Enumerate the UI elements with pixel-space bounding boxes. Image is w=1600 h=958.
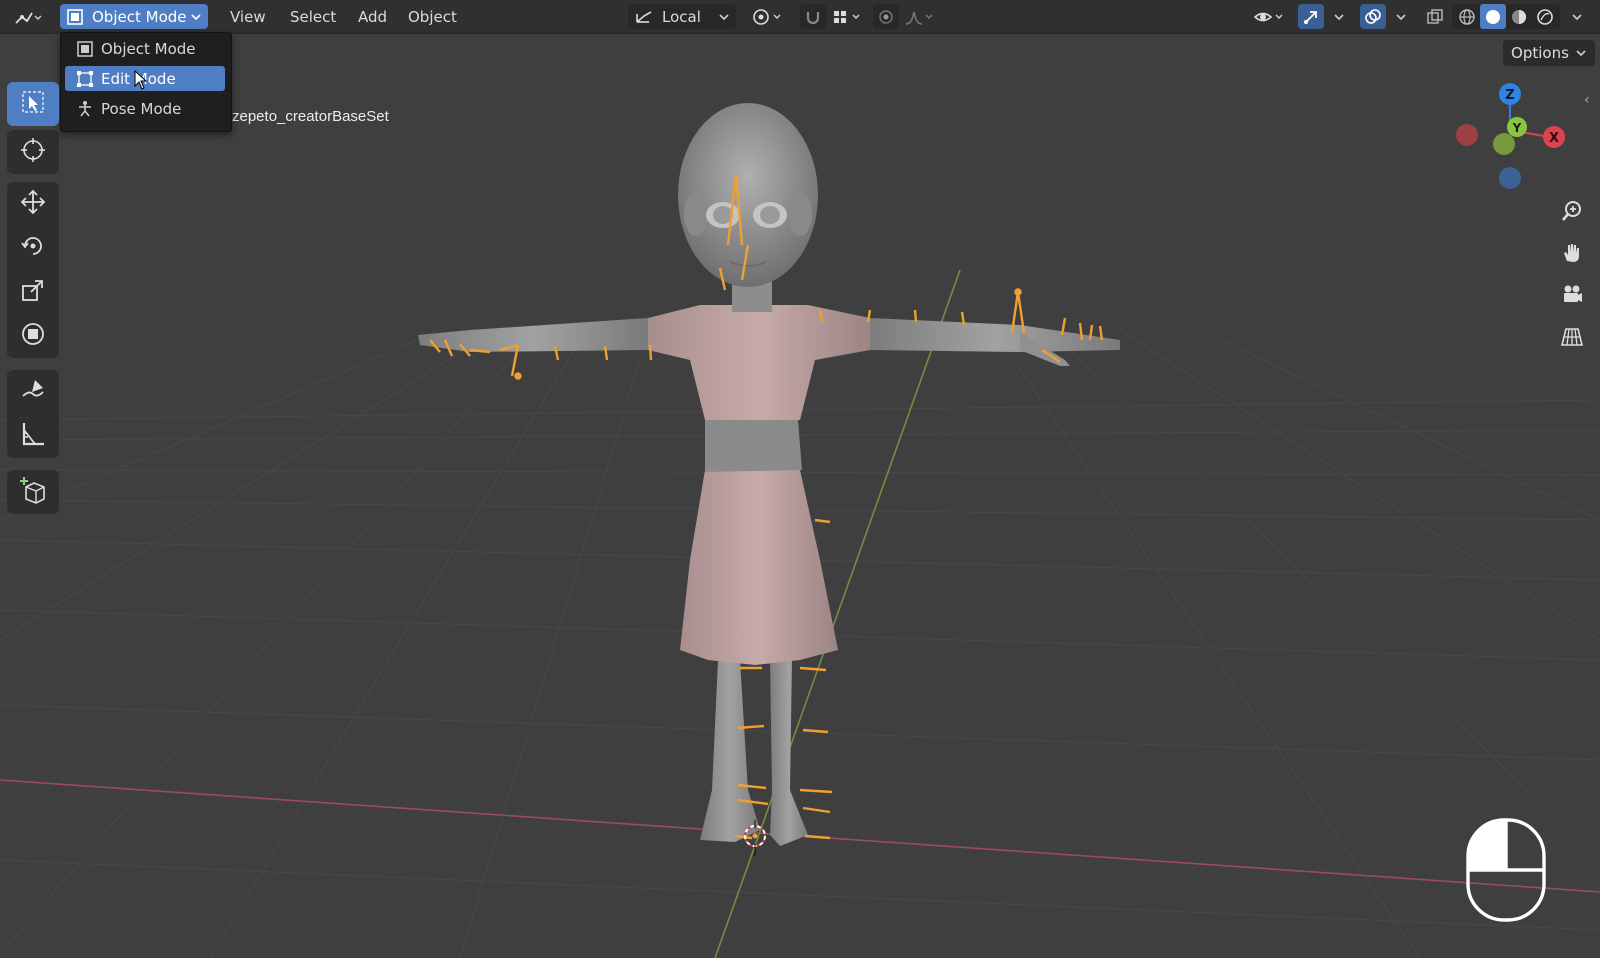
gizmo-toggle[interactable] <box>1298 4 1324 29</box>
3d-viewport[interactable] <box>0 0 1600 958</box>
select-box-icon <box>20 89 46 119</box>
options-button[interactable]: Options <box>1503 40 1595 66</box>
move-icon <box>19 188 47 220</box>
zoom-icon <box>1560 199 1584 227</box>
falloff-curve-icon <box>904 8 936 26</box>
tool-add-cube[interactable] <box>7 470 59 514</box>
neg-x-axis-ball[interactable] <box>1456 124 1478 146</box>
y-axis-label: Y <box>1512 121 1522 135</box>
snap-target-button[interactable] <box>828 4 868 29</box>
mode-dropdown-menu: Object Mode Edit Mode Pose Mode <box>60 32 232 132</box>
grid-perspective-icon <box>1560 325 1584 353</box>
falloff-button[interactable] <box>902 4 938 29</box>
proportional-edit-icon <box>877 8 895 26</box>
chevron-down-icon <box>1395 12 1407 22</box>
transform-orientation-select[interactable]: Local <box>628 4 736 29</box>
mode-selector[interactable]: Object Mode <box>60 4 208 29</box>
mode-option-pose[interactable]: Pose Mode <box>65 96 225 121</box>
zoom-button[interactable] <box>1555 196 1589 230</box>
camera-view-button[interactable] <box>1555 280 1589 314</box>
mode-selector-label: Object Mode <box>92 7 187 26</box>
tool-rotate[interactable] <box>7 226 59 270</box>
visibility-button[interactable] <box>1250 4 1290 29</box>
eye-icon <box>1253 8 1287 26</box>
viewport-editor-icon <box>13 7 43 27</box>
annotate-icon <box>19 376 47 408</box>
tool-move[interactable] <box>7 182 59 226</box>
viewport-scene <box>0 103 1600 958</box>
editor-type-button[interactable] <box>6 4 50 29</box>
rendered-shading-icon[interactable] <box>1532 8 1558 26</box>
wireframe-shading-icon[interactable] <box>1454 8 1480 26</box>
proportional-edit-toggle[interactable] <box>873 4 899 29</box>
material-shading-icon[interactable] <box>1506 8 1532 26</box>
snap-toggle[interactable] <box>800 4 826 29</box>
viewport-header: Object Mode View Select Add Object Local <box>0 0 1600 34</box>
pose-mode-icon <box>75 100 95 118</box>
options-label: Options <box>1511 44 1569 62</box>
x-axis-label: X <box>1549 131 1559 146</box>
pan-button[interactable] <box>1555 238 1589 272</box>
menu-view[interactable]: View <box>222 4 274 29</box>
navigation-gizmo[interactable]: Y Z X <box>1445 78 1575 198</box>
xray-icon <box>1426 8 1444 26</box>
snap-grid-icon <box>831 8 865 26</box>
object-mode-icon <box>66 8 84 26</box>
tool-annotate[interactable] <box>7 370 59 414</box>
chevron-down-icon <box>1575 44 1587 62</box>
menu-select[interactable]: Select <box>282 4 344 29</box>
cursor-icon <box>19 136 47 168</box>
mouse-pointer-icon <box>134 69 148 94</box>
character-model[interactable] <box>418 103 1120 846</box>
overlays-toggle[interactable] <box>1360 4 1386 29</box>
menu-add[interactable]: Add <box>350 4 395 29</box>
magnet-icon <box>804 8 822 26</box>
active-object-name: zepeto_creatorBaseSet <box>232 108 389 125</box>
shading-dropdown[interactable] <box>1564 4 1590 29</box>
chevron-down-icon <box>1571 12 1583 22</box>
overlays-dropdown[interactable] <box>1388 4 1414 29</box>
tool-select-box[interactable] <box>7 82 59 126</box>
pivot-icon <box>751 8 785 26</box>
gizmo-dropdown[interactable] <box>1326 4 1352 29</box>
transform-icon <box>19 320 47 352</box>
tool-cursor[interactable] <box>7 130 59 174</box>
edit-mode-icon <box>75 70 95 88</box>
chevron-down-icon <box>190 12 202 22</box>
rotate-icon <box>19 232 47 264</box>
orientation-label: Local <box>662 7 701 26</box>
mode-option-label: Object Mode <box>101 39 196 58</box>
neg-z-axis-ball[interactable] <box>1499 167 1521 189</box>
camera-icon <box>1560 283 1584 311</box>
menu-object[interactable]: Object <box>400 4 465 29</box>
orientation-icon <box>634 8 654 26</box>
perspective-toggle-button[interactable] <box>1555 322 1589 356</box>
pivot-point-button[interactable] <box>748 4 788 29</box>
mode-option-label: Pose Mode <box>101 99 182 118</box>
z-axis-label: Z <box>1505 88 1514 103</box>
chevron-down-icon <box>1333 12 1345 22</box>
chevron-down-icon <box>718 12 730 22</box>
mode-option-object[interactable]: Object Mode <box>65 36 225 61</box>
gizmo-icon <box>1302 8 1320 26</box>
sidebar-toggle-arrow[interactable]: ‹ <box>1584 92 1590 108</box>
add-cube-icon <box>18 475 48 509</box>
tool-transform[interactable] <box>7 314 59 358</box>
xray-toggle[interactable] <box>1422 4 1448 29</box>
tool-scale[interactable] <box>7 270 59 314</box>
neg-y-axis-ball[interactable] <box>1493 133 1515 155</box>
measure-icon <box>19 420 47 452</box>
tool-measure[interactable] <box>7 414 59 458</box>
solid-shading-icon[interactable] <box>1480 4 1506 29</box>
object-mode-icon <box>75 40 95 58</box>
mouse-hint-icon <box>1466 818 1546 922</box>
overlays-icon <box>1364 8 1382 26</box>
scale-icon <box>19 276 47 308</box>
shading-mode-group <box>1452 4 1560 29</box>
hand-icon <box>1560 241 1584 269</box>
